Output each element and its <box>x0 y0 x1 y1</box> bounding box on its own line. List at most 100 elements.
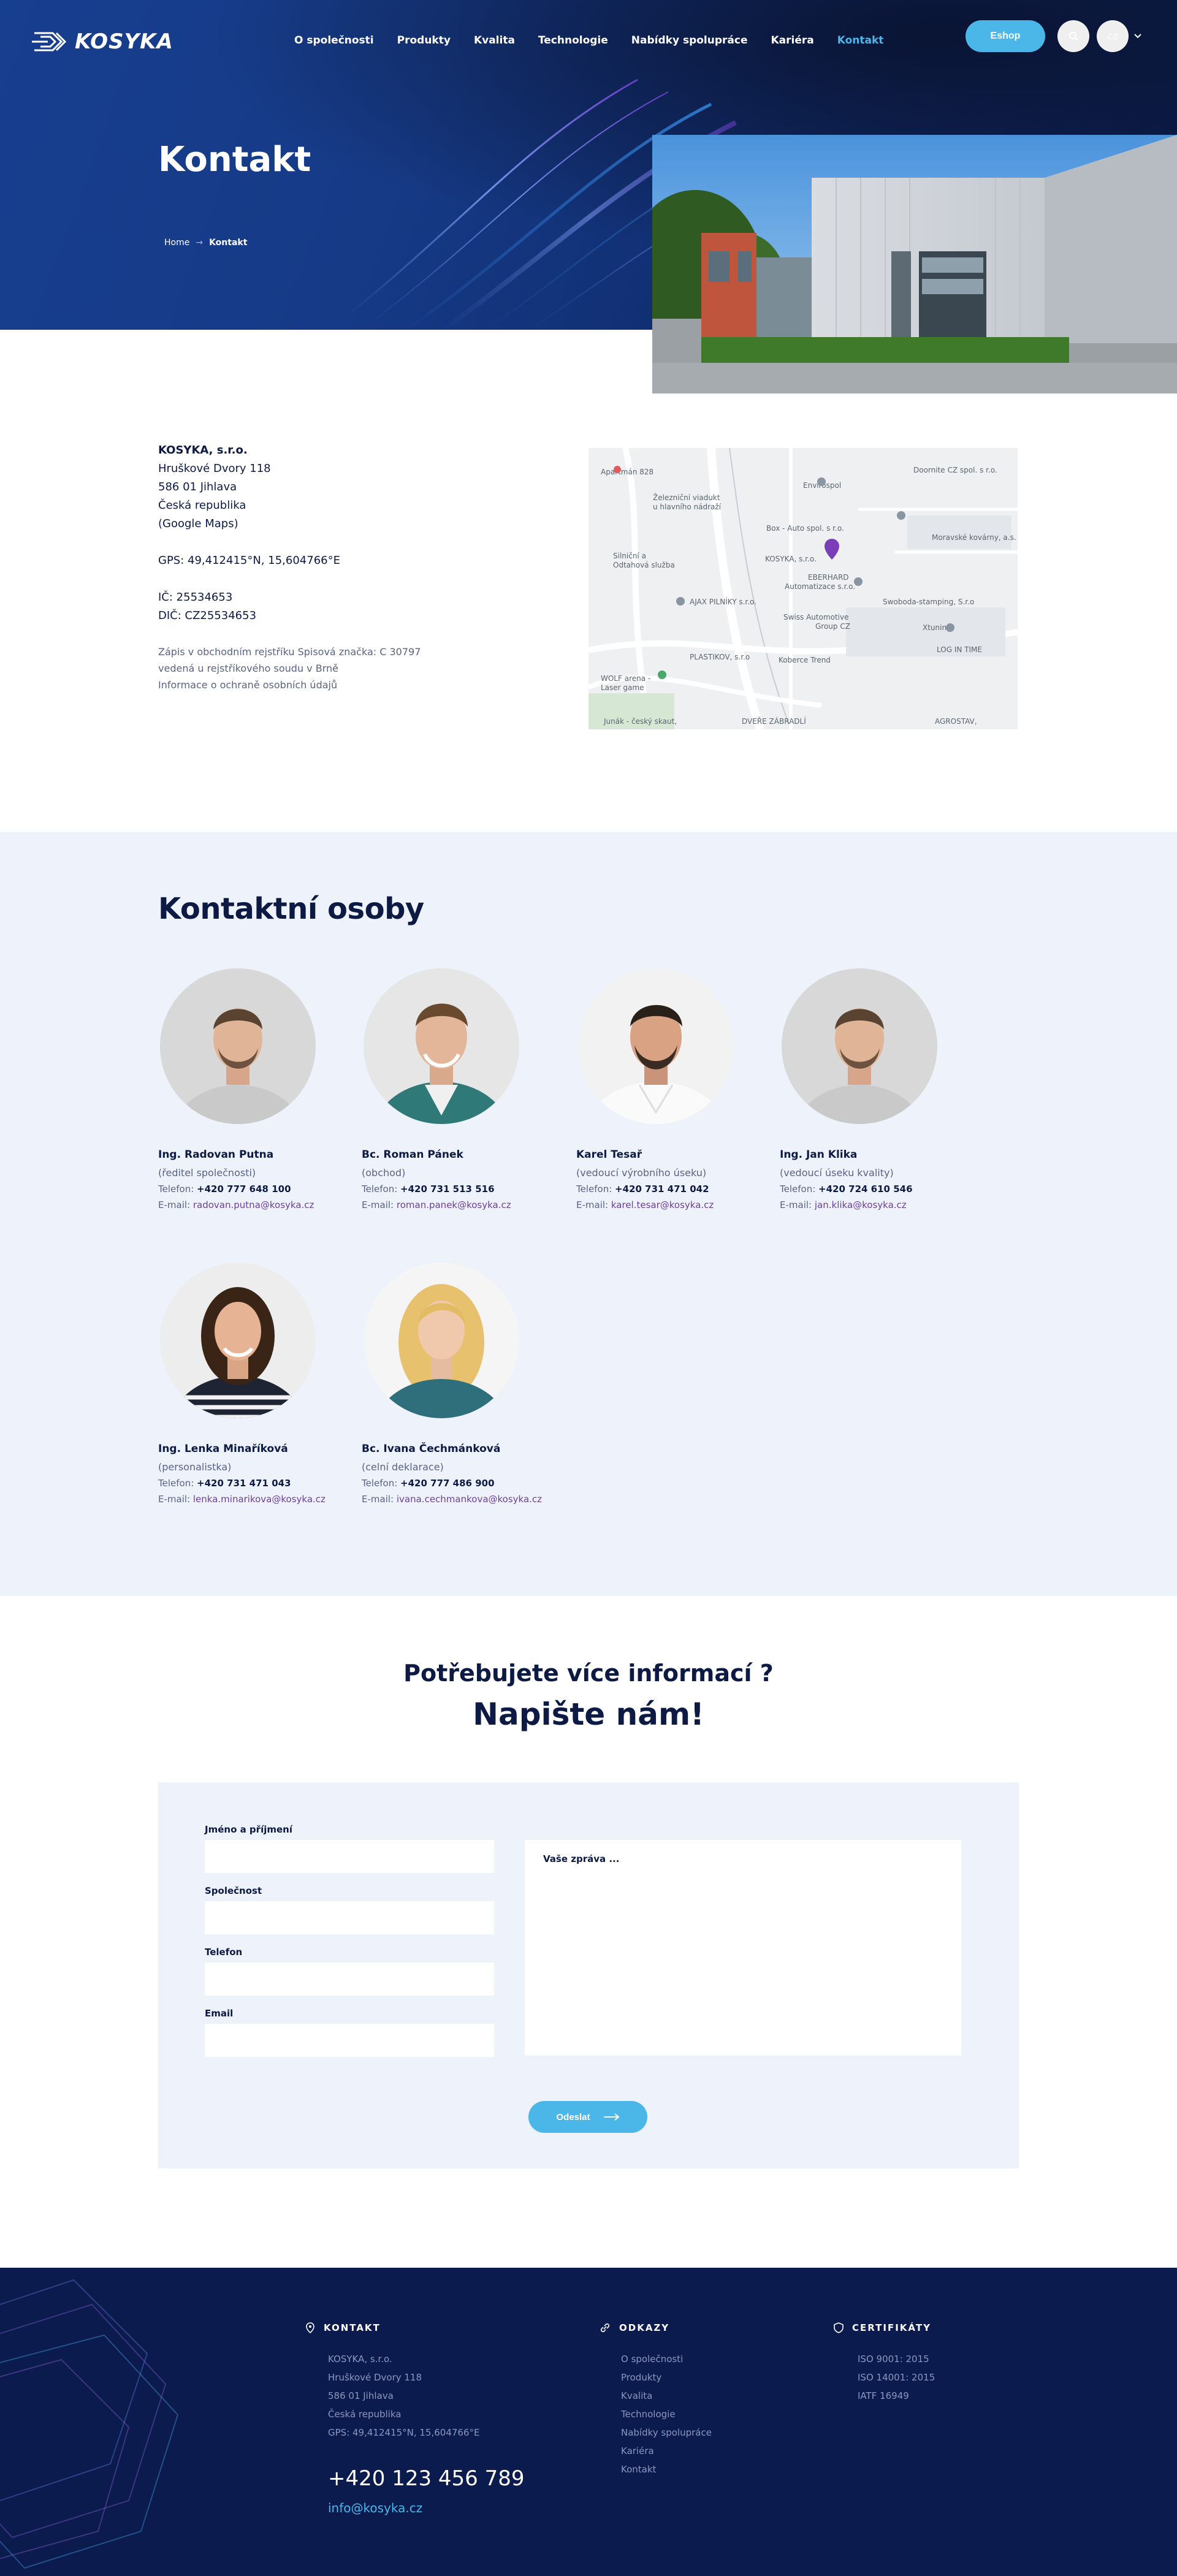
person-name: Ing. Jan Klika <box>780 1149 858 1161</box>
person-name: Bc. Ivana Čechmánková <box>362 1443 501 1455</box>
person-email[interactable]: karel.tesar@kosyka.cz <box>611 1199 714 1210</box>
footer-link[interactable]: Technologie <box>621 2405 712 2423</box>
avatar <box>160 1263 316 1418</box>
nav-kontakt[interactable]: Kontakt <box>837 34 884 47</box>
company-country: Česká republika <box>158 499 246 512</box>
footer-link[interactable]: Nabídky spolupráce <box>621 2423 712 2442</box>
phone-input[interactable] <box>205 1962 494 1996</box>
privacy-link[interactable]: Informace o ochraně osobních údajů <box>158 677 550 693</box>
nav-technologie[interactable]: Technologie <box>538 34 608 47</box>
avatar <box>782 968 937 1124</box>
breadcrumb-home[interactable]: Home <box>164 238 189 248</box>
person-card: Ing. Lenka Minaříková (personalistka) Te… <box>158 1263 354 1505</box>
avatar <box>578 968 734 1124</box>
footer-hexagon-decoration <box>0 2279 179 2569</box>
footer <box>0 2268 1177 2576</box>
svg-text:DVEŘE ZÁBRADLÍ: DVEŘE ZÁBRADLÍ <box>742 716 806 726</box>
language-selector[interactable]: CZ <box>1097 20 1129 52</box>
nav-produkty[interactable]: Produkty <box>397 34 451 47</box>
person-card: Ing. Radovan Putna (ředitel společnosti)… <box>158 968 354 1210</box>
kosyka-logo-icon <box>32 32 67 51</box>
eshop-button[interactable]: Eshop <box>966 20 1045 52</box>
person-phone[interactable]: +420 777 486 900 <box>400 1478 494 1489</box>
footer-link[interactable]: O společnosti <box>621 2350 712 2368</box>
location-pin-icon <box>306 2322 314 2333</box>
nav-o-spolecnosti[interactable]: O společnosti <box>294 34 374 47</box>
arrow-right-icon <box>603 2113 620 2121</box>
registry-line-2: vedená u rejstříkového soudu v Brně <box>158 663 338 674</box>
cert-item: ISO 9001: 2015 <box>858 2354 929 2365</box>
name-input[interactable] <box>205 1840 494 1873</box>
svg-text:Swoboda-stamping, S.r.o: Swoboda-stamping, S.r.o <box>883 598 974 606</box>
shield-icon <box>834 2322 844 2333</box>
person-phone[interactable]: +420 777 648 100 <box>197 1184 291 1195</box>
footer-phone[interactable]: +420 123 456 789 <box>328 2466 525 2491</box>
breadcrumb: Home → Kontakt <box>164 238 247 248</box>
link-icon <box>600 2323 610 2333</box>
submit-button[interactable]: Odeslat <box>528 2101 647 2133</box>
footer-link[interactable]: Kvalita <box>621 2387 712 2405</box>
company-input[interactable] <box>205 1901 494 1934</box>
breadcrumb-separator: → <box>196 238 204 248</box>
person-email[interactable]: ivana.cechmankova@kosyka.cz <box>397 1494 542 1505</box>
building-photo <box>652 135 1177 393</box>
footer-certs-list: ISO 9001: 2015 ISO 14001: 2015 IATF 1694… <box>858 2350 935 2405</box>
svg-text:LOG IN TIME: LOG IN TIME <box>937 645 982 654</box>
person-phone[interactable]: +420 731 471 043 <box>197 1478 291 1489</box>
email-input[interactable] <box>205 2024 494 2057</box>
svg-text:AJAX PILNÍKY s.r.o.: AJAX PILNÍKY s.r.o. <box>690 597 756 606</box>
person-phone[interactable]: +420 724 610 546 <box>818 1184 912 1195</box>
form-heading-cta: Napište nám! <box>473 1696 704 1732</box>
company-ic: IČ: 25534653 <box>158 591 233 604</box>
message-textarea[interactable] <box>525 1840 961 2056</box>
person-name: Bc. Roman Pánek <box>362 1149 463 1161</box>
person-email[interactable]: lenka.minarikova@kosyka.cz <box>193 1494 326 1505</box>
svg-text:Apartmán 828: Apartmán 828 <box>601 468 653 476</box>
svg-text:Group CZ: Group CZ <box>815 622 850 631</box>
nav-nabidky-spoluprace[interactable]: Nabídky spolupráce <box>631 34 748 47</box>
contact-people-title: Kontaktní osoby <box>158 892 424 926</box>
svg-text:Box - Auto spol. s r.o.: Box - Auto spol. s r.o. <box>766 524 844 533</box>
svg-text:WOLF arena -: WOLF arena - <box>601 674 650 683</box>
svg-text:Doornite CZ spol. s r.o.: Doornite CZ spol. s r.o. <box>913 466 997 474</box>
svg-text:Automatizace s.r.o.: Automatizace s.r.o. <box>785 582 855 591</box>
nav-kariera[interactable]: Kariéra <box>771 34 814 47</box>
submit-label: Odeslat <box>556 2111 590 2122</box>
person-email[interactable]: radovan.putna@kosyka.cz <box>193 1199 314 1210</box>
company-label: Společnost <box>205 1885 262 1896</box>
person-role: (vedoucí výrobního úseku) <box>576 1167 707 1179</box>
footer-link[interactable]: Produkty <box>621 2368 712 2387</box>
person-card: Karel Tesař (vedoucí výrobního úseku) Te… <box>576 968 772 1210</box>
person-role: (celní deklarace) <box>362 1461 444 1473</box>
svg-text:Swiss Automotive: Swiss Automotive <box>783 613 849 621</box>
svg-text:PLASTIKOV, s.r.o: PLASTIKOV, s.r.o <box>690 653 750 661</box>
name-label: Jméno a příjmení <box>205 1824 292 1835</box>
logo-text: KOSYKA <box>75 29 173 54</box>
google-maps-link[interactable]: (Google Maps) <box>158 517 238 530</box>
logo-link[interactable]: KOSYKA <box>32 28 173 55</box>
search-button[interactable] <box>1057 20 1089 52</box>
person-card: Bc. Roman Pánek (obchod) Telefon: +420 7… <box>362 968 558 1210</box>
svg-text:Laser game: Laser game <box>601 683 644 692</box>
footer-link[interactable]: Kariéra <box>621 2442 712 2460</box>
email-label: Email <box>205 2008 234 2019</box>
search-icon <box>1069 32 1078 41</box>
form-heading-question: Potřebujete více informací ? <box>403 1660 774 1687</box>
breadcrumb-current: Kontakt <box>209 238 248 248</box>
footer-link[interactable]: Kontakt <box>621 2460 712 2479</box>
language-code: CZ <box>1107 31 1118 41</box>
nav-kvalita[interactable]: Kvalita <box>474 34 515 47</box>
footer-email[interactable]: info@kosyka.cz <box>328 2501 422 2515</box>
person-card: Bc. Ivana Čechmánková (celní deklarace) … <box>362 1263 558 1505</box>
person-name: Karel Tesař <box>576 1149 642 1161</box>
person-email[interactable]: roman.panek@kosyka.cz <box>397 1199 511 1210</box>
cert-item: IATF 16949 <box>858 2390 909 2401</box>
company-gps: GPS: 49,412415°N, 15,604766°E <box>158 554 340 567</box>
chevron-down-icon[interactable] <box>1133 31 1143 40</box>
svg-text:u hlavního nádraží: u hlavního nádraží <box>653 503 722 511</box>
person-email[interactable]: jan.klika@kosyka.cz <box>815 1199 907 1210</box>
location-map[interactable]: Apartmán 828 Železniční viadukt u hlavní… <box>588 448 1018 729</box>
person-phone[interactable]: +420 731 513 516 <box>400 1184 494 1195</box>
person-role: (ředitel společnosti) <box>158 1167 256 1179</box>
person-phone[interactable]: +420 731 471 042 <box>615 1184 709 1195</box>
